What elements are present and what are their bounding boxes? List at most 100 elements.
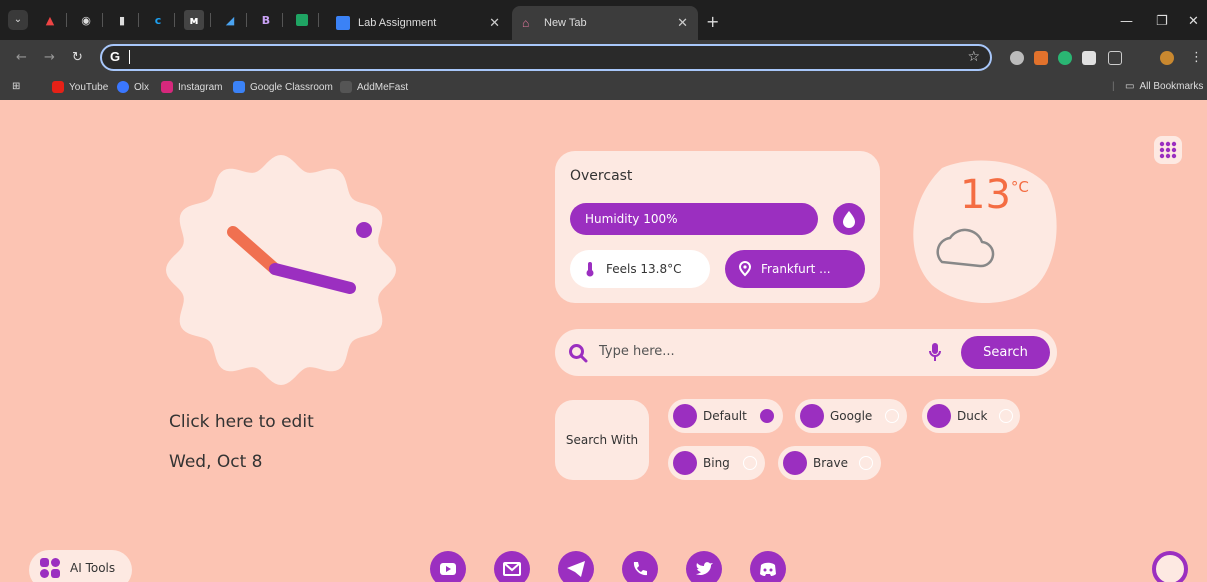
weather-condition: Overcast — [570, 168, 633, 184]
bookmark-label: YouTube — [69, 81, 109, 93]
youtube-shortcut[interactable] — [430, 551, 466, 582]
apps-menu-button[interactable] — [1154, 136, 1182, 164]
addmefast-icon — [340, 81, 352, 93]
pinned-tab-b[interactable]: B — [256, 10, 276, 30]
text-caret — [129, 50, 130, 64]
phone-icon — [633, 562, 647, 576]
brave-shield-icon — [783, 451, 807, 475]
profile-avatar[interactable] — [1160, 51, 1174, 65]
location-pin-icon — [739, 261, 751, 277]
phone-shortcut[interactable] — [622, 551, 658, 582]
ai-tools-label: AI Tools — [70, 561, 116, 575]
menu-kebab-icon[interactable]: ⋮ — [1190, 50, 1203, 65]
pinned-tab-doc-icon[interactable]: ▮ — [112, 10, 132, 30]
assistant-orb-button[interactable] — [1152, 551, 1188, 582]
tab-new-tab[interactable]: ⌂ New Tab ✕ — [512, 6, 698, 40]
restore-icon[interactable]: ❐ — [1156, 14, 1168, 29]
bookmark-label: AddMeFast — [357, 81, 409, 93]
bookmark-instagram[interactable]: Instagram — [161, 81, 222, 93]
pinned-tab-c-letter: c — [154, 13, 162, 27]
bookmark-google-classroom[interactable]: Google Classroom — [233, 81, 333, 93]
telegram-icon — [567, 561, 585, 577]
engine-bing[interactable]: Bing — [668, 446, 765, 480]
engine-duck[interactable]: Duck — [922, 399, 1020, 433]
tab-separator — [210, 13, 211, 27]
pinned-tab-1[interactable]: ▲ — [40, 10, 60, 30]
extension-fox-icon[interactable] — [1034, 51, 1048, 65]
engine-radio[interactable] — [999, 409, 1013, 423]
engine-label: Brave — [813, 456, 849, 470]
date-label: Wed, Oct 8 — [169, 452, 263, 472]
pinned-tab-c[interactable]: c — [148, 10, 168, 30]
weather-card: Overcast Humidity 100% Feels 13.8°C Fran… — [555, 151, 880, 303]
bookmark-olx[interactable]: Olx — [117, 81, 149, 93]
tab-separator — [246, 13, 247, 27]
extensions-puzzle-icon[interactable] — [1108, 51, 1122, 65]
engine-radio[interactable] — [859, 456, 873, 470]
globe-icon — [673, 404, 697, 428]
reload-icon[interactable]: ↻ — [72, 50, 83, 65]
water-drop-icon — [843, 211, 855, 228]
temperature-value: 13 — [960, 172, 1011, 218]
search-input[interactable]: Type here... — [599, 344, 675, 359]
bookmark-addmefast[interactable]: AddMeFast — [340, 81, 408, 93]
ai-tools-icon — [40, 558, 60, 578]
pinned-tab-sheets-icon[interactable] — [292, 10, 312, 30]
telegram-shortcut[interactable] — [558, 551, 594, 582]
close-window-icon[interactable]: ✕ — [1188, 14, 1199, 29]
tab-label: Lab Assignment — [358, 17, 437, 29]
search-with-label: Search With — [555, 400, 649, 480]
folder-icon: ▭ — [1125, 81, 1135, 92]
engine-radio-selected[interactable] — [760, 409, 774, 423]
analog-clock[interactable] — [161, 150, 401, 390]
location-pill[interactable]: Frankfurt ... — [725, 250, 865, 288]
engine-radio[interactable] — [743, 456, 757, 470]
instagram-icon — [161, 81, 173, 93]
minimize-icon[interactable]: — — [1120, 14, 1133, 29]
engine-google[interactable]: Google — [795, 399, 907, 433]
extension-grid-icon[interactable] — [1082, 51, 1096, 65]
pinned-tab-m[interactable]: м — [184, 10, 204, 30]
engine-radio[interactable] — [885, 409, 899, 423]
pinned-tab-globe-icon[interactable]: ◉ — [76, 10, 96, 30]
classroom-favicon-icon — [336, 16, 350, 30]
search-button[interactable]: Search — [961, 336, 1050, 369]
youtube-icon — [52, 81, 64, 93]
close-tab-icon[interactable]: ✕ — [489, 15, 500, 31]
address-bar[interactable]: G ☆ — [100, 44, 992, 71]
microphone-icon[interactable] — [928, 342, 942, 363]
twitter-icon — [696, 562, 713, 575]
engine-label: Duck — [957, 409, 988, 423]
apps-grid-icon[interactable]: ⊞ — [12, 81, 20, 92]
engine-default[interactable]: Default — [668, 399, 783, 433]
bookmark-star-icon[interactable]: ☆ — [967, 49, 980, 65]
mail-shortcut[interactable] — [494, 551, 530, 582]
duck-icon — [927, 404, 951, 428]
clock-edit-link[interactable]: Click here to edit — [169, 412, 314, 432]
bookmarks-separator: | — [1112, 81, 1115, 92]
tab-separator — [66, 13, 67, 27]
ai-tools-button[interactable]: AI Tools — [29, 550, 132, 582]
tab-strip: ⌄ ▲ ◉ ▮ c м ◢ B Lab Assignment ✕ ⌂ New T… — [0, 6, 1207, 40]
clock-face — [166, 155, 396, 385]
tab-lab-assignment[interactable]: Lab Assignment ✕ — [326, 6, 510, 40]
all-bookmarks-button[interactable]: ▭ All Bookmarks — [1125, 81, 1203, 92]
extension-green-icon[interactable] — [1058, 51, 1072, 65]
engine-label: Bing — [703, 456, 730, 470]
new-tab-button[interactable]: + — [706, 12, 719, 31]
discord-shortcut[interactable] — [750, 551, 786, 582]
bookmark-youtube[interactable]: YouTube — [52, 81, 108, 93]
twitter-shortcut[interactable] — [686, 551, 722, 582]
tab-label: New Tab — [544, 17, 587, 29]
extension-globe-icon[interactable] — [1010, 51, 1024, 65]
forward-icon[interactable]: → — [44, 50, 55, 65]
discord-icon — [760, 562, 776, 576]
humidity-drop-button[interactable] — [833, 203, 865, 235]
pinned-tab-b-letter: B — [261, 13, 271, 27]
close-tab-icon[interactable]: ✕ — [677, 15, 688, 31]
search-bar[interactable]: Type here... Search — [555, 329, 1057, 376]
engine-brave[interactable]: Brave — [778, 446, 881, 480]
pinned-tab-bird-icon[interactable]: ◢ — [220, 10, 240, 30]
tab-search-button[interactable]: ⌄ — [8, 10, 28, 30]
back-icon[interactable]: ← — [16, 50, 27, 65]
